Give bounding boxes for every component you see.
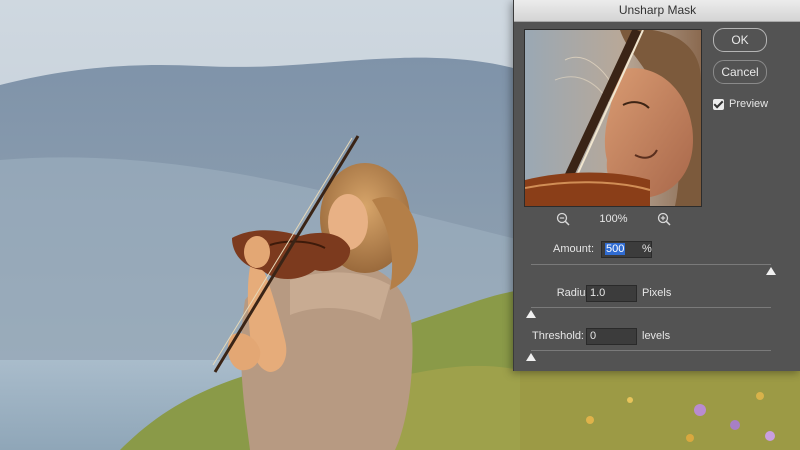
- unsharp-mask-dialog: Unsharp Mask OK Cancel Preview 100% Amou…: [513, 0, 800, 371]
- ok-button[interactable]: OK: [713, 28, 767, 52]
- threshold-value: 0: [590, 330, 597, 342]
- threshold-label: Threshold:: [532, 330, 584, 342]
- threshold-input[interactable]: 0: [586, 328, 637, 345]
- filter-preview[interactable]: [524, 29, 702, 207]
- radius-label: Radius:: [556, 287, 594, 299]
- preview-label: Preview: [729, 98, 769, 110]
- threshold-slider-thumb[interactable]: [526, 353, 536, 361]
- preview-toggle[interactable]: Preview: [713, 97, 768, 111]
- amount-label: Amount:: [553, 243, 594, 255]
- zoom-out-icon[interactable]: [556, 212, 570, 226]
- dialog-title: Unsharp Mask: [514, 0, 800, 22]
- radius-slider-thumb[interactable]: [526, 310, 536, 318]
- zoom-level: 100%: [599, 213, 628, 225]
- amount-slider-track[interactable]: [531, 264, 771, 265]
- zoom-controls: 100%: [556, 210, 671, 228]
- radius-unit: Pixels: [642, 287, 672, 299]
- zoom-in-icon[interactable]: [657, 212, 671, 226]
- amount-value: 500: [605, 243, 626, 255]
- amount-unit: %: [642, 243, 652, 255]
- radius-value: 1.0: [590, 287, 606, 299]
- preview-checkbox[interactable]: [713, 98, 724, 110]
- threshold-slider-track[interactable]: [531, 350, 771, 351]
- amount-slider-thumb[interactable]: [766, 267, 776, 275]
- radius-input[interactable]: 1.0: [586, 285, 637, 302]
- cancel-button[interactable]: Cancel: [713, 60, 767, 84]
- radius-slider-track[interactable]: [531, 307, 771, 308]
- threshold-unit: levels: [642, 330, 671, 342]
